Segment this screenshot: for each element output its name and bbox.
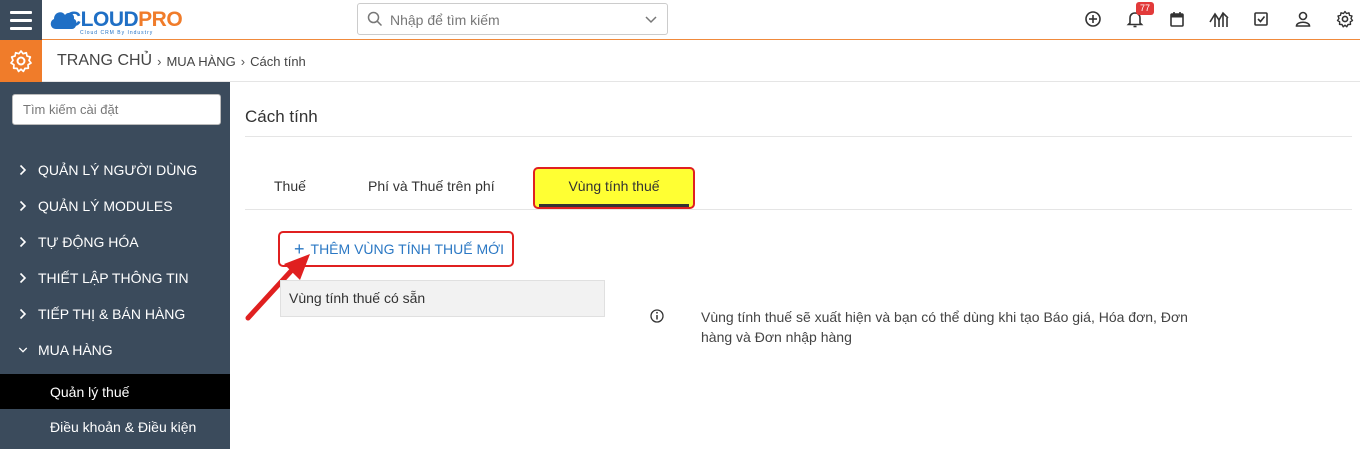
chevron-right-icon (18, 164, 28, 176)
sidebar-item-info-setup[interactable]: THIẾT LẬP THÔNG TIN (0, 260, 230, 296)
chevron-right-icon (18, 200, 28, 212)
chevron-right-icon (18, 308, 28, 320)
sidebar-item-label: MUA HÀNG (38, 342, 113, 358)
sidebar-subitem-tax-management[interactable]: Quản lý thuế (0, 374, 230, 409)
available-tax-regions-header: Vùng tính thuế có sẵn (280, 280, 605, 317)
sidebar-item-label: THIẾT LẬP THÔNG TIN (38, 270, 189, 286)
logo-tagline: Cloud CRM By Industry (80, 30, 154, 36)
page-title: Cách tính (245, 107, 318, 126)
breadcrumb-home[interactable]: TRANG CHỦ (57, 52, 152, 70)
settings-search-input[interactable] (12, 94, 221, 125)
info-text: Vùng tính thuế sẽ xuất hiện và bạn có th… (701, 309, 1188, 345)
sidebar-item-modules[interactable]: QUẢN LÝ MODULES (0, 188, 230, 224)
plus-circle-icon[interactable] (1083, 9, 1103, 29)
sidebar-item-label: QUẢN LÝ MODULES (38, 198, 173, 214)
chart-icon[interactable] (1209, 9, 1229, 29)
logo-text-pro: PRO (138, 8, 183, 31)
search-icon (367, 11, 383, 27)
add-tax-region-label: THÊM VÙNG TÍNH THUẾ MỚI (310, 241, 505, 257)
sidebar-item-purchasing[interactable]: MUA HÀNG (0, 332, 230, 368)
breadcrumb-bar: TRANG CHỦ › MUA HÀNG › Cách tính (0, 40, 1360, 82)
breadcrumb: TRANG CHỦ › MUA HÀNG › Cách tính (57, 52, 306, 70)
sidebar-item-label: QUẢN LÝ NGƯỜI DÙNG (38, 162, 198, 178)
hamburger-icon (10, 10, 32, 14)
chevron-right-icon: › (157, 53, 162, 69)
notification-badge: 77 (1136, 2, 1155, 15)
top-bar: CLOUDPRO Cloud CRM By Industry 77 (0, 0, 1360, 40)
global-search[interactable] (357, 3, 668, 35)
chevron-right-icon (18, 236, 28, 248)
sidebar-item-label: TIẾP THỊ & BÁN HÀNG (38, 306, 186, 322)
sidebar-subitem-terms-conditions[interactable]: Điều khoản & Điều kiện (0, 409, 230, 444)
tab-fees-and-tax-on-fees[interactable]: Phí và Thuế trên phí (368, 178, 495, 194)
settings-gear-icon[interactable] (1335, 9, 1355, 29)
chevron-right-icon: › (240, 53, 246, 69)
divider (245, 136, 1352, 137)
logo-text-cloud: CLOUD (66, 8, 139, 31)
gear-icon (10, 50, 32, 73)
sidebar-item-user-management[interactable]: QUẢN LÝ NGƯỜI DÙNG (0, 152, 230, 188)
chevron-right-icon (18, 272, 28, 284)
tab-label: Vùng tính thuế (568, 178, 660, 194)
user-icon[interactable] (1293, 9, 1313, 29)
breadcrumb-current: Cách tính (250, 53, 306, 69)
sidebar-item-marketing-sales[interactable]: TIẾP THỊ & BÁN HÀNG (0, 296, 230, 332)
logo[interactable]: CLOUDPRO Cloud CRM By Industry (48, 3, 208, 37)
chevron-down-icon (18, 346, 28, 354)
settings-button[interactable] (0, 40, 42, 82)
divider (245, 209, 1352, 210)
active-tab-indicator (539, 204, 689, 207)
search-input[interactable] (390, 10, 630, 30)
info-icon (650, 309, 664, 323)
checkbox-icon[interactable] (1251, 9, 1271, 29)
chevron-down-icon[interactable] (644, 13, 658, 27)
breadcrumb-section[interactable]: MUA HÀNG (166, 54, 235, 69)
menu-toggle-button[interactable] (0, 0, 42, 40)
tab-tax[interactable]: Thuế (274, 178, 306, 194)
settings-sidebar: QUẢN LÝ NGƯỜI DÙNG QUẢN LÝ MODULES TỰ ĐỘ… (0, 82, 230, 449)
sidebar-item-label: TỰ ĐỘNG HÓA (38, 234, 139, 250)
calendar-icon[interactable] (1167, 9, 1187, 29)
tab-tax-regions[interactable]: Vùng tính thuế (533, 167, 695, 209)
sidebar-item-automation[interactable]: TỰ ĐỘNG HÓA (0, 224, 230, 260)
